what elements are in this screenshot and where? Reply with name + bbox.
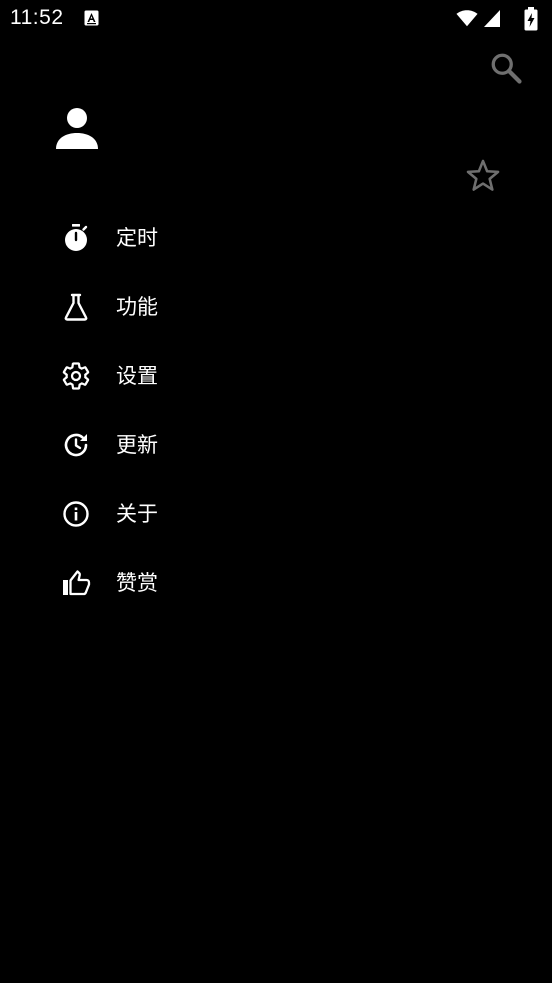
timer-icon bbox=[65, 224, 88, 251]
menu-item-update[interactable]: 更新 bbox=[0, 410, 440, 479]
info-icon bbox=[63, 501, 89, 527]
menu-item-features[interactable]: 功能 bbox=[0, 272, 440, 341]
star-outline-icon[interactable] bbox=[464, 157, 502, 195]
thumb-up-icon bbox=[63, 570, 91, 596]
menu-item-label: 设置 bbox=[116, 364, 158, 388]
search-icon[interactable] bbox=[488, 50, 524, 86]
status-bar: 11:52 bbox=[0, 0, 552, 38]
menu-item-label: 功能 bbox=[116, 295, 158, 319]
drawer-menu: 定时 功能 设置 更新 关于 赞赏 bbox=[0, 203, 552, 617]
menu-item-label: 赞赏 bbox=[116, 571, 158, 595]
menu-item-donate[interactable]: 赞赏 bbox=[0, 548, 440, 617]
person-icon[interactable] bbox=[52, 104, 102, 154]
a-letter-icon bbox=[84, 10, 99, 26]
menu-item-label: 定时 bbox=[116, 226, 158, 250]
menu-item-timer[interactable]: 定时 bbox=[0, 203, 440, 272]
status-time: 11:52 bbox=[10, 6, 64, 29]
menu-item-settings[interactable]: 设置 bbox=[0, 341, 440, 410]
battery-charging-icon bbox=[524, 7, 538, 31]
menu-item-label: 关于 bbox=[116, 502, 158, 526]
signal-icon bbox=[484, 10, 500, 27]
menu-item-label: 更新 bbox=[116, 433, 158, 457]
update-icon bbox=[64, 433, 88, 457]
wifi-icon bbox=[456, 10, 478, 27]
flask-icon bbox=[64, 293, 88, 321]
gear-icon bbox=[62, 362, 90, 390]
menu-item-about[interactable]: 关于 bbox=[0, 479, 440, 548]
